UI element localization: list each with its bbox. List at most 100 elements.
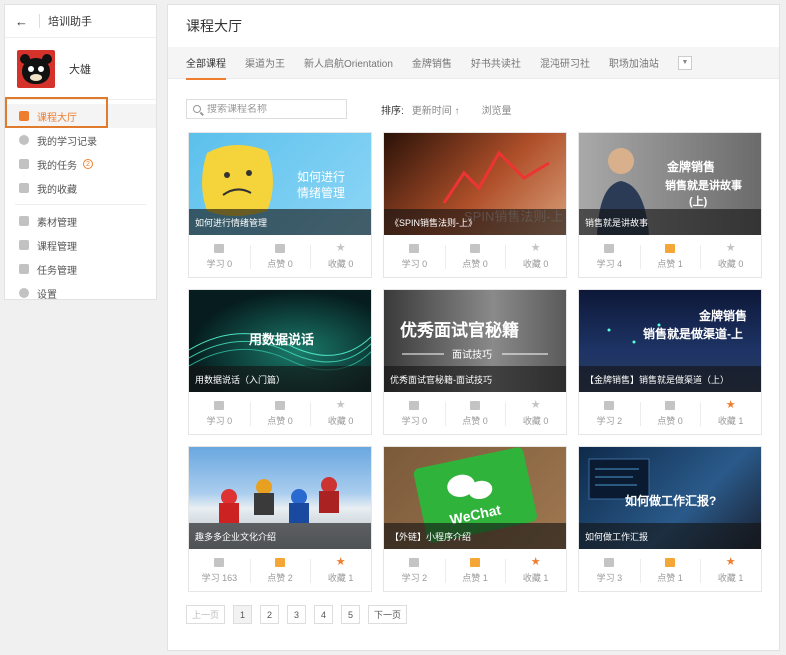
back-arrow-icon[interactable]: ← — [15, 14, 35, 29]
page-button[interactable]: 1 — [233, 605, 253, 624]
page-button[interactable]: 5 — [341, 605, 361, 624]
course-card[interactable]: 优秀面试官秘籍 面试技巧 优秀面试官秘籍-面试技巧 学习 0 点赞 0 ★ 收藏 … — [383, 289, 567, 435]
sidebar-item-favorites[interactable]: 我的收藏 — [5, 176, 156, 200]
sort-label: 排序: — [381, 105, 404, 117]
favorite-count: 收藏 1 — [717, 572, 744, 583]
sidebar-item-course-hall[interactable]: 课程大厅 — [5, 104, 156, 128]
like-count: 点赞 0 — [267, 258, 293, 269]
course-card[interactable]: SPIN销售法则-上 《SPIN销售法则-上》 学习 0 点赞 0 ★ 收藏 0 — [383, 132, 567, 278]
course-stats: 学习 3 点赞 1 ★ 收藏 1 — [579, 549, 761, 592]
page-button[interactable]: 4 — [314, 605, 334, 624]
avatar[interactable] — [17, 49, 55, 88]
tab-channel[interactable]: 渠道为王 — [245, 47, 285, 79]
sort-by-update-time[interactable]: 更新时间 ↑ — [412, 102, 460, 117]
study-stat: 学习 2 — [579, 399, 640, 429]
next-page-button[interactable]: 下一页 — [368, 605, 408, 624]
search-input[interactable] — [207, 103, 337, 115]
like-count: 点赞 0 — [267, 415, 293, 426]
sidebar-item-material-mgmt[interactable]: 素材管理 — [5, 209, 156, 233]
page-button[interactable]: 3 — [287, 605, 307, 624]
study-count: 学习 3 — [596, 572, 623, 583]
course-thumbnail: 金牌销售 销售就是讲故事 (上) 销售就是讲故事 — [579, 133, 761, 235]
star-icon: ★ — [335, 241, 346, 254]
tab-book-club[interactable]: 好书共读社 — [471, 47, 521, 79]
course-card[interactable]: 如何进行 情绪管理 如何进行情绪管理 学习 0 点赞 0 ★ 收藏 0 — [188, 132, 372, 278]
course-card[interactable]: 金牌销售 销售就是讲故事 (上) 销售就是讲故事 学习 4 点赞 1 ★ 收藏 0 — [578, 132, 762, 278]
favorite-stat[interactable]: ★ 收藏 0 — [310, 399, 371, 429]
like-stat[interactable]: 点赞 0 — [249, 242, 311, 272]
favorite-stat[interactable]: ★ 收藏 0 — [700, 242, 761, 272]
tab-gold-sales[interactable]: 金牌销售 — [412, 47, 452, 79]
study-stat: 学习 0 — [384, 242, 445, 272]
course-title: 【金牌销售】销售就是做渠道（上） — [579, 366, 761, 392]
bear-icon — [20, 53, 52, 84]
like-count: 点赞 1 — [462, 572, 488, 583]
favorite-stat[interactable]: ★ 收藏 0 — [505, 399, 566, 429]
like-stat[interactable]: 点赞 0 — [249, 399, 311, 429]
favorite-stat[interactable]: ★ 收藏 1 — [700, 399, 761, 429]
thumbs-up-icon — [275, 243, 285, 253]
course-thumbnail: 金牌销售 销售就是做渠道-上 【金牌销售】销售就是做渠道（上） — [579, 290, 761, 392]
thumbs-up-icon — [665, 557, 675, 567]
star-icon: ★ — [530, 555, 541, 568]
svg-text:销售就是讲故事: 销售就是讲故事 — [665, 178, 742, 192]
favorite-stat[interactable]: ★ 收藏 1 — [700, 556, 761, 586]
sort-by-views[interactable]: 浏览量 — [482, 102, 512, 117]
favorite-count: 收藏 0 — [522, 258, 549, 269]
user-profile: 大雄 — [5, 38, 156, 100]
favorite-stat[interactable]: ★ 收藏 1 — [310, 556, 371, 586]
sidebar-header: ← 培训助手 — [5, 5, 156, 38]
study-stat: 学习 0 — [189, 242, 250, 272]
course-thumbnail: WeChat 【外链】小程序介绍 — [384, 447, 566, 549]
tab-orientation[interactable]: 新人启航Orientation — [304, 47, 393, 79]
prev-page-button[interactable]: 上一页 — [186, 605, 226, 624]
svg-text:销售就是做渠道-上: 销售就是做渠道-上 — [643, 326, 743, 341]
favorite-stat[interactable]: ★ 收藏 1 — [505, 556, 566, 586]
study-count: 学习 2 — [401, 572, 428, 583]
like-stat[interactable]: 点赞 0 — [444, 399, 506, 429]
category-tabs: 全部课程 渠道为王 新人启航Orientation 金牌销售 好书共读社 混沌研… — [168, 47, 779, 80]
list-icon — [19, 111, 29, 121]
like-stat[interactable]: 点赞 1 — [444, 556, 506, 586]
course-card[interactable]: 趣多多企业文化介绍 学习 163 点赞 2 ★ 收藏 1 — [188, 446, 372, 592]
like-stat[interactable]: 点赞 1 — [639, 556, 701, 586]
clock-icon — [19, 135, 29, 145]
course-card[interactable]: 金牌销售 销售就是做渠道-上 【金牌销售】销售就是做渠道（上） 学习 2 点赞 … — [578, 289, 762, 435]
study-stat: 学习 0 — [384, 399, 445, 429]
user-name: 大雄 — [69, 63, 91, 76]
tab-all[interactable]: 全部课程 — [186, 47, 226, 80]
sidebar-item-learning-record[interactable]: 我的学习记录 — [5, 128, 156, 152]
svg-text:金牌销售: 金牌销售 — [698, 308, 747, 323]
book-icon — [409, 557, 420, 567]
tab-chaos-club[interactable]: 混沌研习社 — [540, 47, 590, 79]
course-card[interactable]: 如何做工作汇报? 如何做工作汇报 学习 3 点赞 1 ★ 收藏 1 — [578, 446, 762, 592]
tab-workplace[interactable]: 职场加油站 — [609, 47, 659, 79]
sidebar-item-course-mgmt[interactable]: 课程管理 — [5, 233, 156, 257]
sidebar-item-task-mgmt[interactable]: 任务管理 — [5, 257, 156, 281]
like-stat[interactable]: 点赞 1 — [639, 242, 701, 272]
sidebar-item-my-tasks[interactable]: 我的任务 2 — [5, 152, 156, 176]
course-card[interactable]: WeChat 【外链】小程序介绍 学习 2 点赞 1 ★ 收藏 1 — [383, 446, 567, 592]
favorite-stat[interactable]: ★ 收藏 0 — [505, 242, 566, 272]
favorite-count: 收藏 1 — [717, 415, 744, 426]
like-stat[interactable]: 点赞 0 — [444, 242, 506, 272]
favorite-stat[interactable]: ★ 收藏 0 — [310, 242, 371, 272]
page-button[interactable]: 2 — [260, 605, 280, 624]
course-title: 销售就是讲故事 — [579, 209, 761, 235]
like-count: 点赞 1 — [657, 258, 683, 269]
book-icon — [604, 400, 615, 410]
course-card[interactable]: 用数据说话 用数据说话（入门篇） 学习 0 点赞 0 ★ 收藏 0 — [188, 289, 372, 435]
star-icon: ★ — [725, 398, 736, 411]
sidebar-item-label: 素材管理 — [37, 217, 77, 229]
study-count: 学习 0 — [206, 415, 233, 426]
chevron-down-icon[interactable]: ▼ — [677, 55, 692, 70]
search-box[interactable] — [186, 99, 347, 119]
page-title: 课程大厅 — [186, 18, 242, 34]
favorite-count: 收藏 0 — [327, 258, 354, 269]
like-count: 点赞 0 — [462, 415, 488, 426]
sidebar-item-settings[interactable]: 设置 — [5, 281, 156, 305]
like-stat[interactable]: 点赞 2 — [249, 556, 311, 586]
course-stats: 学习 2 点赞 1 ★ 收藏 1 — [384, 549, 566, 592]
like-stat[interactable]: 点赞 0 — [639, 399, 701, 429]
svg-text:优秀面试官秘籍: 优秀面试官秘籍 — [400, 320, 519, 340]
